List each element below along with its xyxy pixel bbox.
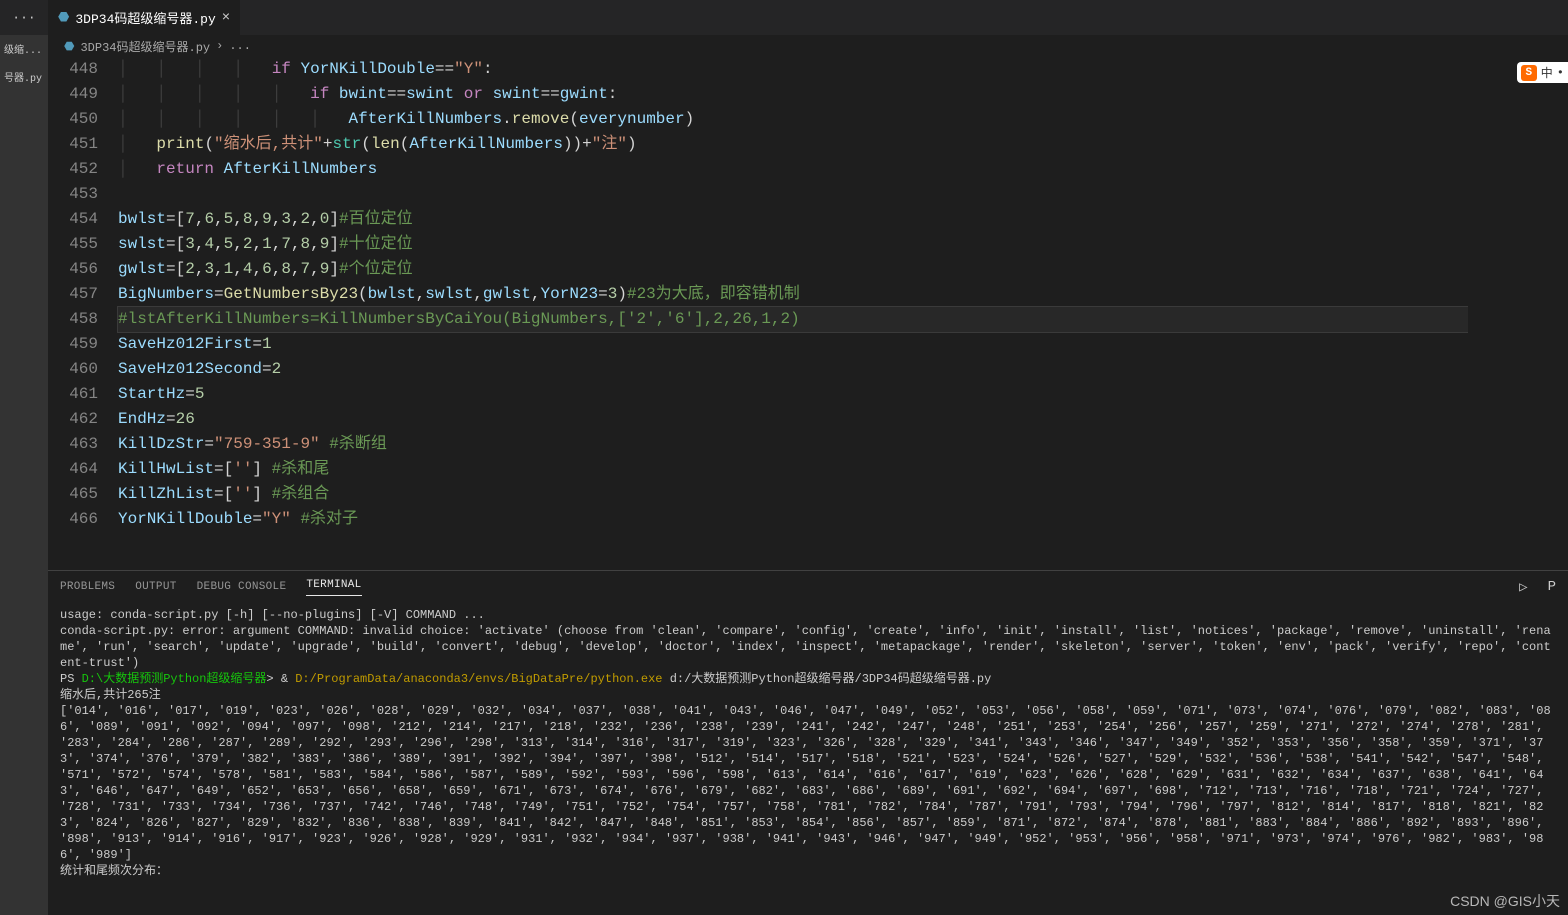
close-icon[interactable]: ×	[222, 10, 230, 26]
breadcrumb[interactable]: ⬣ 3DP34码超级缩号器.py › ...	[48, 35, 1568, 57]
code-content[interactable]: │ │ │ │ if YorNKillDouble=="Y":│ │ │ │ │…	[118, 57, 1468, 570]
powershell-label: P	[1548, 579, 1556, 595]
tab-problems[interactable]: PROBLEMS	[60, 581, 115, 593]
app-menu-icon[interactable]: ···	[0, 0, 48, 35]
python-icon: ⬣	[58, 10, 69, 25]
title-bar: ··· ⬣ 3DP34码超级缩号器.py ×	[0, 0, 1568, 35]
tab-output[interactable]: OUTPUT	[135, 581, 176, 593]
sidebar-item[interactable]: 号器.py	[0, 63, 48, 91]
terminal-output[interactable]: usage: conda-script.py [-h] [--no-plugin…	[48, 603, 1568, 915]
python-icon: ⬣	[64, 39, 74, 54]
terminal-panel: PROBLEMS OUTPUT DEBUG CONSOLE TERMINAL ▷…	[48, 570, 1568, 915]
code-editor[interactable]: 4484494504514524534544554564574584594604…	[48, 57, 1568, 570]
minimap[interactable]	[1468, 57, 1568, 570]
tab-filename: 3DP34码超级缩号器.py	[75, 8, 215, 27]
main-area: 级缩... 号器.py ⬣ 3DP34码超级缩号器.py › ... 44844…	[0, 35, 1568, 915]
sidebar-item[interactable]: 级缩...	[0, 35, 48, 63]
tab-terminal[interactable]: TERMINAL	[306, 579, 361, 596]
breadcrumb-more: ...	[229, 39, 251, 53]
tab-debug-console[interactable]: DEBUG CONSOLE	[197, 581, 287, 593]
powershell-icon[interactable]: ▷	[1519, 579, 1527, 596]
editor-tab[interactable]: ⬣ 3DP34码超级缩号器.py ×	[48, 0, 241, 35]
ime-dot-icon: •	[1557, 66, 1564, 80]
sogou-logo-icon: S	[1521, 65, 1537, 81]
line-number-gutter: 4484494504514524534544554564574584594604…	[48, 57, 118, 570]
chevron-right-icon: ›	[216, 39, 223, 53]
watermark: CSDN @GIS小天	[1450, 891, 1560, 911]
ime-indicator[interactable]: S 中 •	[1517, 62, 1568, 83]
breadcrumb-file: 3DP34码超级缩号器.py	[80, 38, 210, 55]
ime-lang: 中	[1541, 64, 1553, 81]
open-editors-sidebar: 级缩... 号器.py	[0, 35, 48, 915]
panel-tabs: PROBLEMS OUTPUT DEBUG CONSOLE TERMINAL ▷…	[48, 571, 1568, 603]
